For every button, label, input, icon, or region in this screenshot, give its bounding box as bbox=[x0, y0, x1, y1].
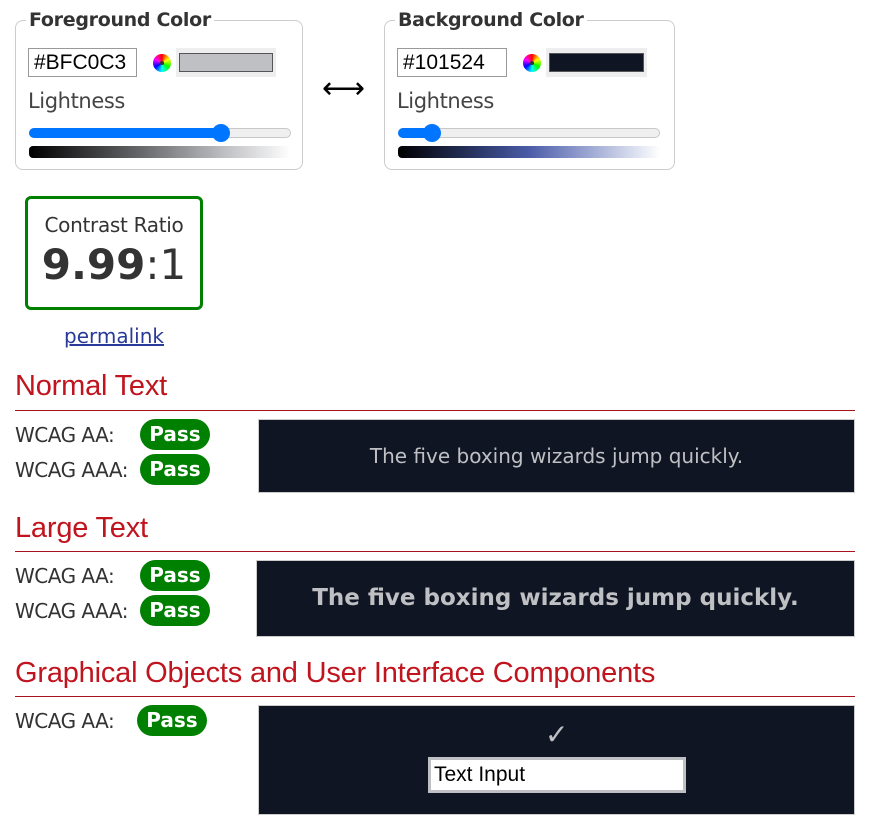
color-wheel-icon[interactable] bbox=[153, 54, 171, 72]
left-right-arrow-icon[interactable]: ⟷ bbox=[322, 74, 365, 104]
slider-thumb[interactable] bbox=[212, 124, 230, 142]
background-lightness-gradient bbox=[398, 146, 660, 158]
foreground-lightness-label: Lightness bbox=[28, 89, 125, 113]
background-lightness-slider[interactable] bbox=[398, 124, 660, 142]
large-text-sample: The five boxing wizards jump quickly. bbox=[256, 560, 855, 637]
permalink-link[interactable]: permalink bbox=[64, 324, 164, 348]
graphical-objects-heading: Graphical Objects and User Interface Com… bbox=[15, 657, 656, 689]
section-divider bbox=[15, 696, 855, 697]
normal-wcag-aaa-badge: Pass bbox=[140, 454, 210, 485]
contrast-ratio-title: Contrast Ratio bbox=[44, 213, 184, 237]
background-color-panel: Background Color Lightness bbox=[384, 9, 675, 170]
background-hex-input[interactable] bbox=[397, 48, 507, 77]
section-divider bbox=[15, 551, 855, 552]
background-lightness-label: Lightness bbox=[397, 89, 494, 113]
large-wcag-aa-badge: Pass bbox=[140, 560, 210, 591]
contrast-ratio-value: 9.99:1 bbox=[28, 241, 200, 289]
large-wcag-aa-label: WCAG AA: bbox=[15, 564, 115, 588]
background-color-legend: Background Color bbox=[395, 9, 587, 31]
slider-thumb[interactable] bbox=[423, 124, 441, 142]
background-color-swatch bbox=[549, 53, 644, 72]
foreground-color-swatch-button[interactable] bbox=[176, 48, 276, 77]
contrast-ratio-box: Contrast Ratio 9.99:1 bbox=[25, 196, 203, 310]
normal-wcag-aaa-label: WCAG AAA: bbox=[15, 458, 128, 482]
normal-wcag-aa-badge: Pass bbox=[140, 419, 210, 450]
checkmark-icon: ✓ bbox=[545, 718, 569, 751]
graphical-wcag-aa-badge: Pass bbox=[137, 705, 207, 736]
foreground-color-panel: Foreground Color Lightness bbox=[15, 9, 303, 170]
foreground-hex-input[interactable] bbox=[28, 48, 137, 77]
large-text-heading: Large Text bbox=[15, 512, 148, 544]
normal-text-sample: The five boxing wizards jump quickly. bbox=[258, 419, 855, 493]
background-color-swatch-button[interactable] bbox=[546, 48, 647, 77]
normal-wcag-aa-label: WCAG AA: bbox=[15, 423, 115, 447]
graphical-wcag-aa-label: WCAG AA: bbox=[15, 709, 115, 733]
foreground-color-legend: Foreground Color bbox=[26, 9, 214, 31]
contrast-ratio-number: 9.99 bbox=[41, 240, 146, 289]
foreground-lightness-slider[interactable] bbox=[29, 124, 291, 142]
normal-text-heading: Normal Text bbox=[15, 370, 167, 402]
slider-fill bbox=[29, 128, 221, 138]
section-divider bbox=[15, 410, 855, 411]
graphical-objects-sample: ✓ bbox=[258, 705, 855, 815]
contrast-ratio-suffix: :1 bbox=[145, 240, 187, 289]
foreground-lightness-gradient bbox=[29, 146, 291, 158]
foreground-color-swatch bbox=[179, 53, 273, 72]
large-wcag-aaa-label: WCAG AAA: bbox=[15, 599, 128, 623]
color-wheel-icon[interactable] bbox=[523, 54, 541, 72]
large-wcag-aaa-badge: Pass bbox=[140, 595, 210, 626]
sample-text-input[interactable] bbox=[428, 757, 686, 793]
